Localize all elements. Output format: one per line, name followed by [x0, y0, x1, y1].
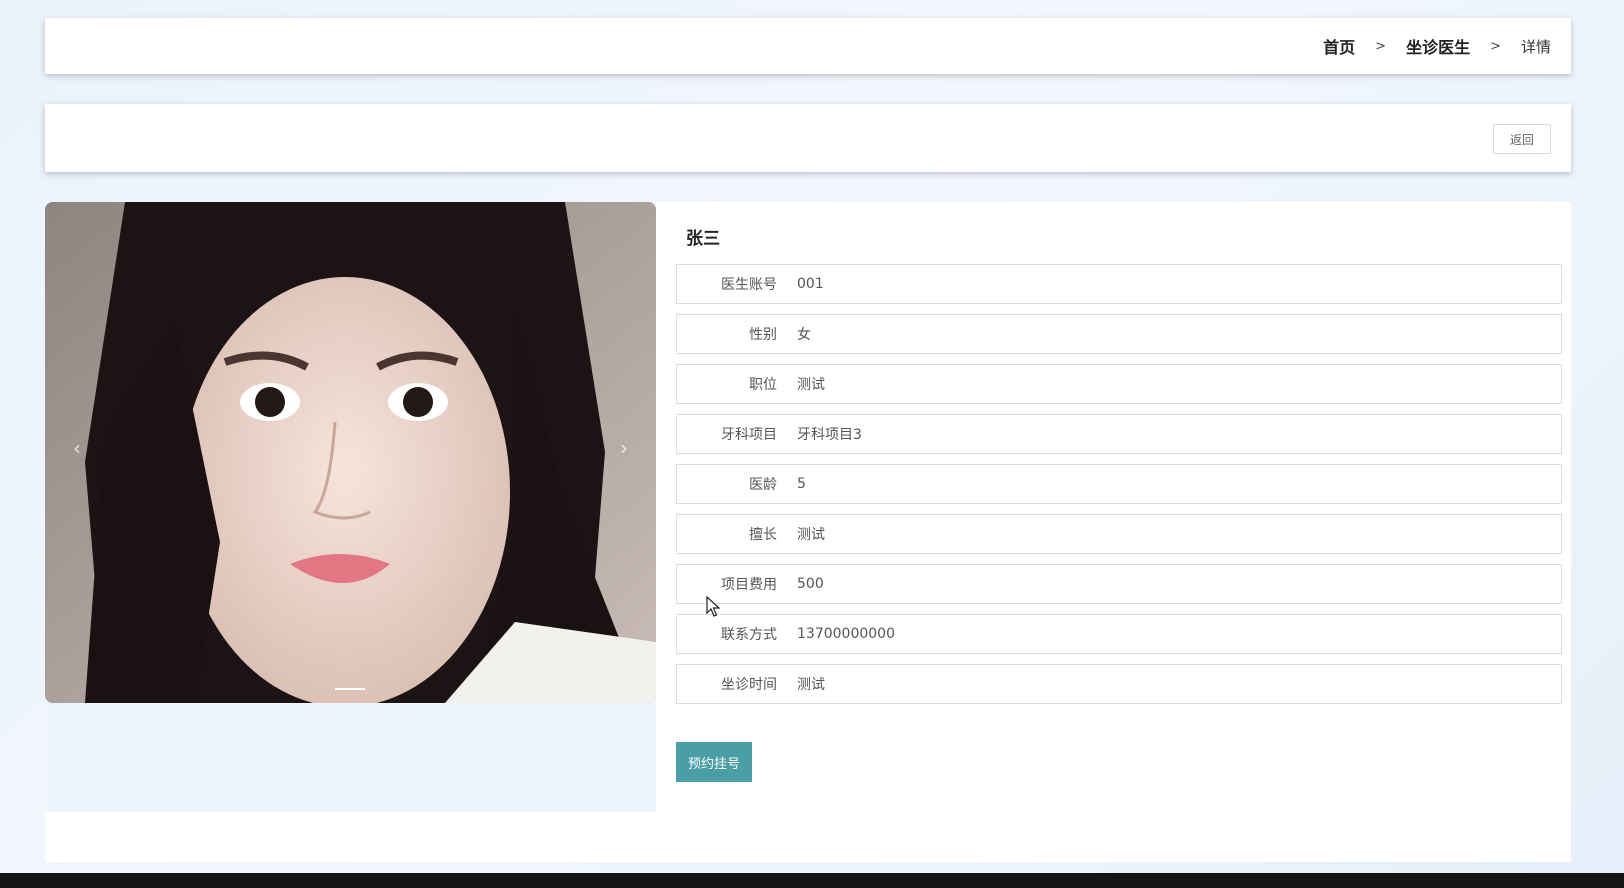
info-value: 测试 — [797, 527, 825, 543]
info-label: 联系方式 — [721, 627, 777, 643]
info-label: 性别 — [749, 327, 777, 343]
info-value: 13700000000 — [797, 626, 895, 642]
info-value: 001 — [797, 276, 824, 292]
info-row-dental-project: 牙科项目 牙科项目3 — [676, 414, 1562, 454]
carousel-prev-icon[interactable]: ‹ — [73, 438, 81, 458]
action-toolbar: 返回 — [45, 104, 1571, 172]
book-appointment-button[interactable]: 预约挂号 — [676, 742, 752, 782]
doctor-photo — [45, 202, 656, 703]
doctor-photo-carousel[interactable]: ‹ › — [45, 202, 656, 703]
info-row-gender: 性别 女 — [676, 314, 1562, 354]
page: { "breadcrumb": { "home": "首页", "doctors… — [0, 0, 1624, 888]
info-value: 牙科项目3 — [797, 427, 862, 443]
breadcrumb-bar: 首页 > 坐诊医生 > 详情 — [45, 18, 1571, 74]
doctor-detail-card: ‹ › 张三 医生账号 001 性别 女 职位 测试 牙科项目 牙科项目3 医龄… — [45, 202, 1571, 862]
carousel-next-icon[interactable]: › — [620, 438, 628, 458]
info-value: 5 — [797, 476, 806, 492]
info-row-schedule: 坐诊时间 测试 — [676, 664, 1562, 704]
info-row-fee: 项目费用 500 — [676, 564, 1562, 604]
info-row-contact: 联系方式 13700000000 — [676, 614, 1562, 654]
breadcrumb-doctors-link[interactable]: 坐诊医生 — [1406, 34, 1470, 58]
info-row-specialty: 擅长 测试 — [676, 514, 1562, 554]
info-label: 医生账号 — [721, 277, 777, 293]
carousel-indicator[interactable] — [335, 688, 365, 690]
info-value: 500 — [797, 576, 824, 592]
info-row-experience: 医龄 5 — [676, 464, 1562, 504]
breadcrumb-separator: > — [1490, 38, 1501, 54]
info-value: 女 — [797, 327, 811, 343]
mouse-cursor-icon — [706, 596, 720, 617]
doctor-name: 张三 — [686, 229, 720, 249]
info-label: 项目费用 — [721, 577, 777, 593]
bottom-strip — [0, 873, 1624, 888]
info-label: 牙科项目 — [721, 427, 777, 443]
info-value: 测试 — [797, 677, 825, 693]
image-panel: ‹ › — [45, 202, 656, 812]
info-value: 测试 — [797, 377, 825, 393]
doctor-info-list: 医生账号 001 性别 女 职位 测试 牙科项目 牙科项目3 医龄 5 擅长 测… — [676, 264, 1562, 714]
back-button[interactable]: 返回 — [1493, 124, 1551, 154]
info-label: 医龄 — [749, 477, 777, 493]
info-label: 坐诊时间 — [721, 677, 777, 693]
info-label: 职位 — [749, 377, 777, 393]
info-row-position: 职位 测试 — [676, 364, 1562, 404]
breadcrumb: 首页 > 坐诊医生 > 详情 — [1323, 18, 1551, 74]
info-row-account: 医生账号 001 — [676, 264, 1562, 304]
breadcrumb-home-link[interactable]: 首页 — [1323, 34, 1355, 58]
info-label: 擅长 — [749, 527, 777, 543]
breadcrumb-current: 详情 — [1520, 37, 1551, 56]
breadcrumb-separator: > — [1375, 38, 1387, 54]
